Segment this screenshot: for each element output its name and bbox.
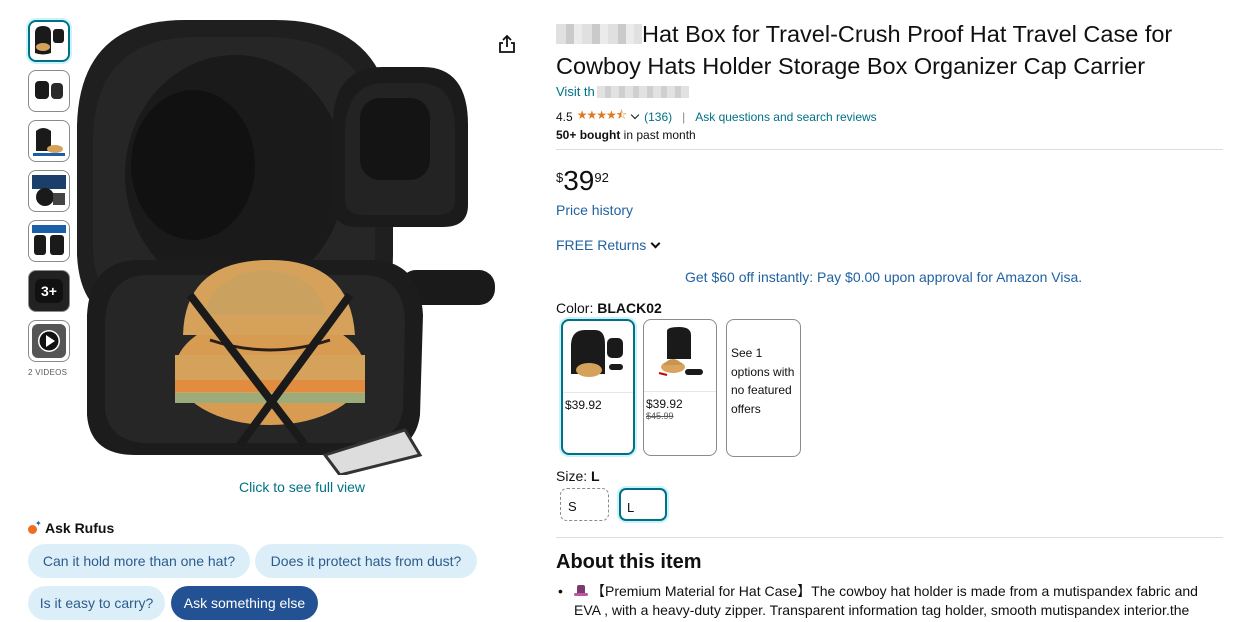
bought-in-past-month: 50+ bought in past month — [556, 128, 696, 142]
thumbnail-4[interactable] — [28, 170, 70, 212]
swatch-price: $39.92 — [646, 397, 683, 411]
thumbnail-3[interactable] — [28, 120, 70, 162]
rufus-title: Ask Rufus — [45, 520, 115, 536]
visit-store-link[interactable]: Visit th — [556, 84, 689, 99]
divider — [556, 149, 1223, 150]
color-label: Color: BLACK02 — [556, 300, 662, 316]
size-label-text: Size: — [556, 468, 592, 484]
more-images-count: 3+ — [41, 283, 57, 299]
hat-case-thumbnail-icon — [35, 81, 63, 99]
bullet-dot: • — [558, 583, 563, 599]
blurred-store-name — [596, 85, 689, 98]
price: $ 39 92 — [556, 166, 609, 196]
bought-count: 50+ bought — [556, 128, 621, 142]
video-play-icon — [32, 324, 66, 358]
hat-case-thumbnail-icon — [33, 128, 65, 156]
visa-offer-link[interactable]: Get $60 off instantly: Pay $0.00 upon ap… — [685, 269, 1082, 285]
rating-row: 4.5 ★★★★⯪ (136) | Ask questions and sear… — [556, 106, 877, 127]
price-whole: 39 — [563, 165, 595, 196]
thumbnail-video[interactable] — [28, 320, 70, 362]
swatch-image — [563, 321, 633, 393]
color-label-text: Color: — [556, 300, 598, 316]
size-label: Size: L — [556, 468, 600, 484]
visit-store-text: Visit th — [556, 84, 595, 99]
thumbnail-2[interactable] — [28, 70, 70, 112]
thumbnail-more[interactable]: 3+ — [28, 270, 70, 312]
rufus-chip[interactable]: Does it protect hats from dust? — [255, 544, 477, 578]
swatch-old-price: $45.99 — [646, 411, 674, 421]
rating-value: 4.5 — [556, 109, 573, 124]
bullet-text-wrap: 【Premium Material for Hat Case】The cowbo… — [574, 582, 1223, 620]
hat-case-swatch-icon — [571, 329, 623, 377]
rating-count-link[interactable]: (136) — [644, 110, 672, 124]
click-full-view-link[interactable]: Click to see full view — [239, 479, 365, 495]
thumbnail-1[interactable] — [28, 20, 70, 62]
price-symbol: $ — [556, 170, 564, 185]
chevron-down-icon — [650, 238, 661, 248]
thumbnail-5[interactable] — [28, 220, 70, 262]
hat-case-thumbnail-icon — [32, 175, 66, 206]
chevron-down-icon[interactable] — [630, 110, 640, 120]
swatch-price: $39.92 — [565, 398, 602, 412]
size-option-l[interactable]: L — [619, 488, 667, 521]
videos-count-label: 2 VIDEOS — [28, 368, 68, 377]
hat-case-thumbnail-icon — [32, 225, 66, 255]
rufus-icon — [28, 519, 42, 534]
star-rating-icon[interactable]: ★★★★⯪ — [577, 106, 627, 127]
hat-case-thumbnail-icon — [35, 26, 64, 55]
about-title: About this item — [556, 551, 702, 573]
color-option-2[interactable]: $39.92 $45.99 — [643, 319, 717, 456]
color-selected: BLACK02 — [597, 300, 662, 316]
see-options-card[interactable]: See 1 options with no featured offers — [726, 319, 801, 457]
price-fraction: 92 — [594, 170, 609, 185]
hat-case-swatch-icon — [658, 326, 703, 376]
blurred-brand — [556, 24, 642, 44]
divider — [556, 537, 1223, 538]
separator: | — [682, 109, 686, 124]
thumbnail-strip: 3+ 2 VIDEOS — [28, 20, 72, 377]
main-product-image[interactable] — [75, 15, 535, 477]
rufus-chip[interactable]: Can it hold more than one hat? — [28, 544, 250, 578]
product-title: Hat Box for Travel-Crush Proof Hat Trave… — [556, 18, 1216, 82]
ask-something-else-button[interactable]: Ask something else — [171, 586, 318, 620]
swatch-image — [644, 320, 716, 392]
hat-icon — [574, 585, 588, 597]
color-option-black02[interactable]: $39.92 — [561, 319, 635, 455]
share-icon[interactable] — [498, 34, 516, 54]
rufus-chip[interactable]: Is it easy to carry? — [28, 586, 165, 620]
size-selected: L — [591, 468, 600, 484]
product-title-text: Hat Box for Travel-Crush Proof Hat Trave… — [556, 21, 1173, 79]
rufus-header: Ask Rufus — [28, 519, 115, 536]
free-returns-link[interactable]: FREE Returns — [556, 237, 661, 253]
bought-rest: in past month — [620, 128, 696, 142]
ask-questions-link[interactable]: Ask questions and search reviews — [695, 110, 876, 124]
free-returns-text: FREE Returns — [556, 237, 647, 253]
price-history-link[interactable]: Price history — [556, 202, 633, 218]
bullet-text: 【Premium Material for Hat Case】The cowbo… — [574, 583, 1198, 618]
size-option-s[interactable]: S — [560, 488, 609, 521]
hat-case-product-image — [77, 20, 495, 477]
about-bullet: • 【Premium Material for Hat Case】The cow… — [556, 582, 1223, 620]
